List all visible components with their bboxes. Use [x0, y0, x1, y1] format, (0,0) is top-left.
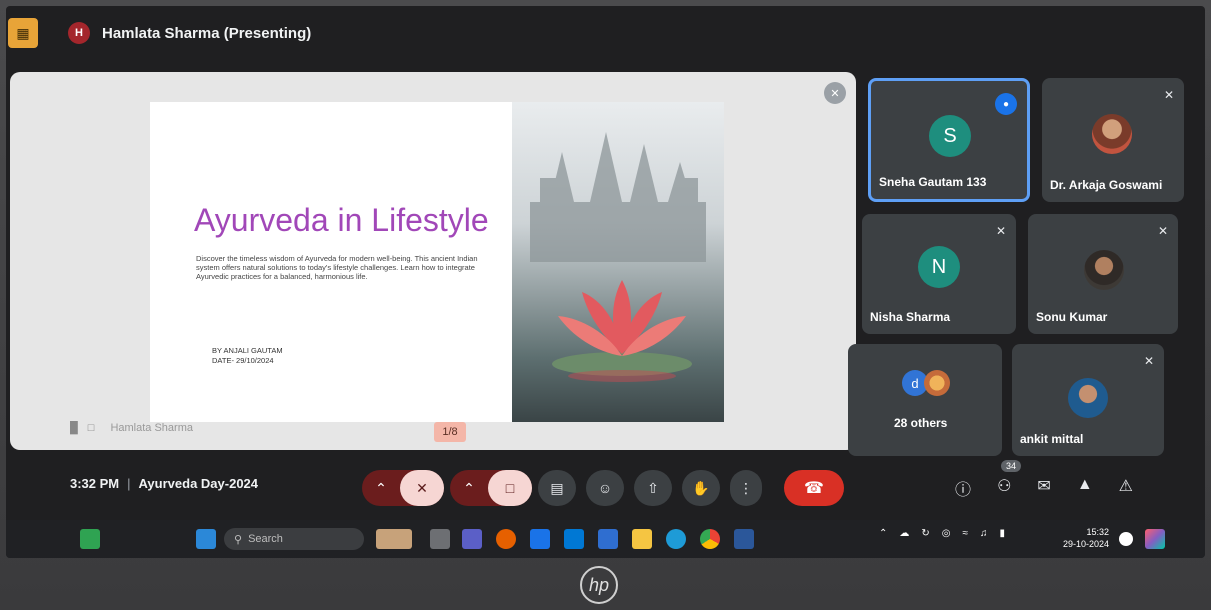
more-options-button[interactable]: ⋮ [730, 470, 762, 506]
avatar: N [918, 246, 960, 288]
meeting-time: 3:32 PM [70, 476, 120, 491]
avatar [1092, 114, 1132, 154]
notification-icon[interactable] [1119, 532, 1133, 546]
mic-control-group: ⌃ ✕ [362, 470, 444, 506]
raise-hand-button[interactable]: ✋ [682, 470, 720, 506]
slide-description: Discover the timeless wisdom of Ayurveda… [196, 254, 478, 281]
presenter-avatar: H [68, 22, 90, 44]
search-icon: ⚲ [234, 533, 243, 546]
participant-name: Dr. Arkaja Goswami [1050, 178, 1163, 192]
widget-icon[interactable] [376, 529, 412, 549]
avatar: S [929, 115, 971, 157]
chat-icon[interactable]: ✉ [1037, 476, 1050, 500]
lotus-temple-image [512, 102, 724, 422]
mail-icon[interactable] [564, 529, 584, 549]
top-bar: ▦ H Hamlata Sharma (Presenting) [6, 14, 1205, 52]
camera-control-group: ⌃ □ [450, 470, 532, 506]
clock-time: 15:32 [1086, 527, 1109, 537]
control-bar: 3:32 PM | Ayurveda Day-2024 ⌃ ✕ ⌃ □ ▤ ☺ ⇧ … [6, 460, 1205, 514]
avatar [924, 370, 950, 396]
clock-date: 29-10-2024 [1062, 539, 1109, 549]
screen: ▦ H Hamlata Sharma (Presenting) ✕ Ayurve… [6, 6, 1205, 558]
wifi-icon[interactable]: ≈ [962, 528, 968, 539]
participant-name: Sonu Kumar [1036, 310, 1108, 324]
presentation-stage[interactable]: ✕ Ayurveda in Lifestyle Discover the tim… [10, 72, 856, 450]
mic-off-icon: ✕ [1157, 224, 1168, 238]
chevron-up-icon[interactable]: ⌃ [450, 480, 488, 497]
participant-tile[interactable]: ✕ Dr. Arkaja Goswami [1042, 78, 1184, 202]
laptop-bezel: ▦ H Hamlata Sharma (Presenting) ✕ Ayurve… [0, 0, 1211, 610]
chrome-icon[interactable] [700, 529, 720, 549]
clock[interactable]: 15:32 29-10-2024 [1063, 526, 1109, 550]
search-placeholder: Search [248, 533, 283, 545]
avatar [1068, 378, 1108, 418]
right-controls: ⓘ ⚇ ✉ ▲ ⚠ [955, 476, 1133, 500]
participant-name: ankit mittal [1020, 432, 1084, 446]
system-tray: ⌃ ☁ ↻ ◎ ≈ ♫ ▮ [879, 528, 1005, 539]
copilot-icon[interactable] [1145, 529, 1165, 549]
mic-off-button[interactable]: ✕ [400, 470, 444, 506]
firefox-icon[interactable] [496, 529, 516, 549]
activities-icon[interactable]: ▲ [1077, 476, 1093, 500]
participant-name: 28 others [894, 416, 948, 430]
chevron-up-icon[interactable]: ⌃ [879, 528, 887, 539]
store-icon[interactable] [598, 529, 618, 549]
mic-off-icon: ✕ [1143, 354, 1154, 368]
host-controls-icon[interactable]: ⚠ [1119, 476, 1133, 500]
stage-presenter-name: Hamlata Sharma [110, 422, 193, 434]
lotus-flower [552, 280, 692, 382]
teams-icon[interactable] [462, 529, 482, 549]
separator: | [127, 476, 131, 491]
mic-icon[interactable]: ◎ [942, 528, 951, 539]
word-icon[interactable] [734, 529, 754, 549]
cloud-icon[interactable]: ☁ [899, 528, 909, 539]
slide: Ayurveda in Lifestyle Discover the timel… [150, 102, 724, 422]
page-indicator: 1/8 [434, 422, 466, 442]
app-icon[interactable] [80, 529, 100, 549]
avatar [1084, 250, 1124, 290]
pin-icon[interactable]: █ [70, 422, 78, 434]
participant-name: Sneha Gautam 133 [879, 175, 987, 189]
meeting-title: Ayurveda Day-2024 [138, 476, 259, 491]
participant-tile[interactable]: d 28 others [848, 344, 1002, 456]
chevron-up-icon[interactable]: ⌃ [362, 480, 400, 497]
participant-tile[interactable]: ✕ ankit mittal [1012, 344, 1164, 456]
slide-author: BY ANJALI GAUTAM [212, 346, 283, 355]
start-icon[interactable] [196, 529, 216, 549]
meeting-info: 3:32 PM | Ayurveda Day-2024 [70, 476, 258, 491]
captions-button[interactable]: ▤ [538, 470, 576, 506]
participant-name: Nisha Sharma [870, 310, 951, 324]
people-count-badge: 34 [1000, 460, 1021, 472]
mic-off-icon: ✕ [1163, 88, 1174, 102]
camera-off-button[interactable]: □ [488, 470, 532, 506]
mic-off-icon: ✕ [995, 224, 1006, 238]
stage-footer: █ □ Hamlata Sharma [70, 422, 193, 434]
speaking-icon: ● [995, 93, 1017, 115]
presenter-label: Hamlata Sharma (Presenting) [102, 24, 312, 42]
people-icon[interactable]: ⚇ [997, 476, 1011, 500]
volume-icon[interactable]: ♫ [980, 528, 988, 539]
app-icon[interactable] [530, 529, 550, 549]
explorer-icon[interactable] [632, 529, 652, 549]
emoji-button[interactable]: ☺ [586, 470, 624, 506]
hang-up-button[interactable]: ☎ [784, 470, 844, 506]
present-button[interactable]: ⇧ [634, 470, 672, 506]
task-view-icon[interactable] [430, 529, 450, 549]
fullscreen-icon[interactable]: □ [88, 422, 95, 434]
participant-tile[interactable]: ✕ Sonu Kumar [1028, 214, 1178, 334]
slide-date: DATE- 29/10/2024 [212, 356, 274, 365]
search-box[interactable]: ⚲ Search [224, 528, 364, 550]
participant-tile[interactable]: ● S Sneha Gautam 133 [868, 78, 1030, 202]
mic-off-icon: ✕ [824, 82, 846, 104]
edge-icon[interactable] [666, 529, 686, 549]
info-icon[interactable]: ⓘ [955, 476, 971, 500]
hp-logo: hp [580, 566, 618, 604]
taskbar: ⚲ Search ⌃ ☁ ↻ ◎ ≈ ♫ ▮ 15:32 29-10-2024 [6, 520, 1205, 558]
battery-icon[interactable]: ▮ [999, 528, 1005, 539]
slide-title: Ayurveda in Lifestyle [194, 202, 489, 238]
layout-icon[interactable]: ▦ [8, 18, 38, 48]
participant-tile[interactable]: ✕ N Nisha Sharma [862, 214, 1016, 334]
temple-silhouette [530, 132, 706, 262]
sync-icon[interactable]: ↻ [921, 528, 929, 539]
